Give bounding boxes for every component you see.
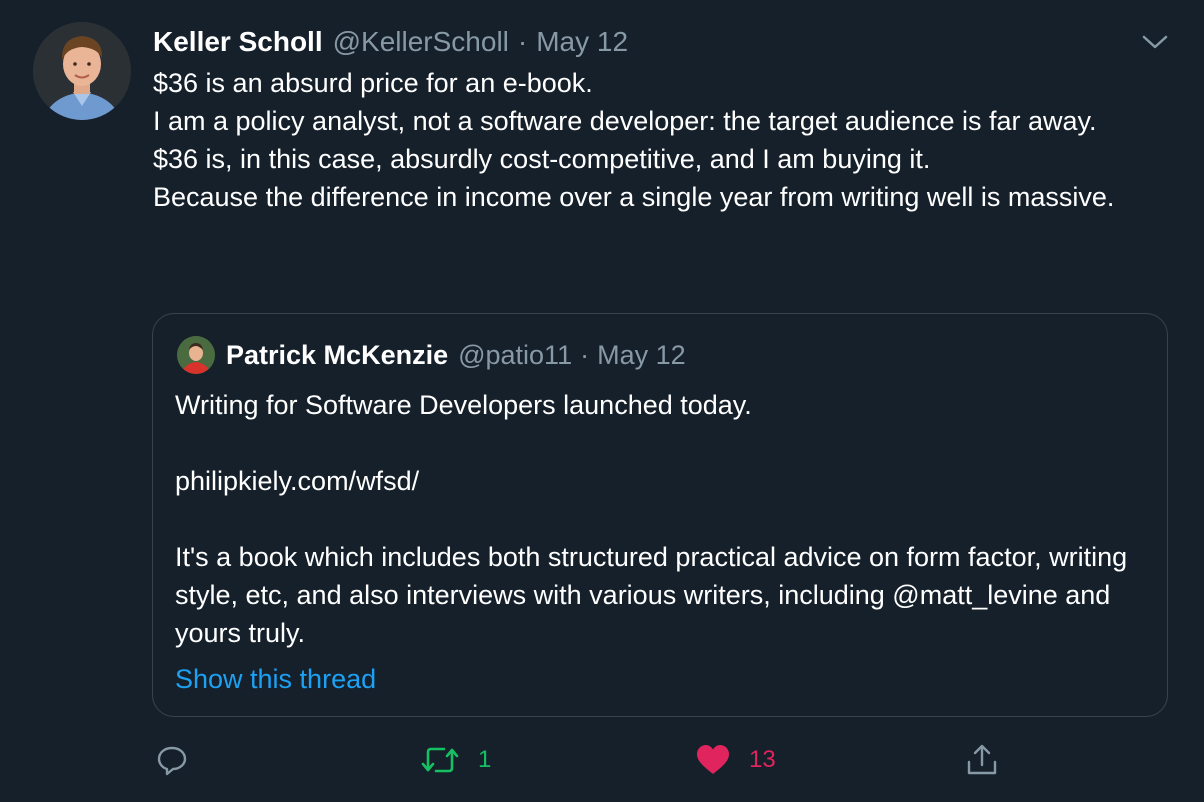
author-name[interactable]: Keller Scholl [153,26,323,58]
tweet-line: I am a policy analyst, not a software de… [153,106,1097,136]
author-handle[interactable]: @KellerScholl [333,26,509,58]
like-count: 13 [749,746,776,773]
retweet-count: 1 [478,746,492,773]
action-bar: 1 13 [0,735,1204,785]
share-button[interactable] [964,735,1000,785]
reply-button[interactable] [155,735,189,785]
quoted-link[interactable]: philipkiely.com/wfsd/ [175,462,1145,500]
tweet-line: $36 is, in this case, absurdly cost-comp… [153,144,931,174]
tweet-line: Because the difference in income over a … [153,182,1115,212]
separator: · [517,26,528,57]
quoted-line: It's a book which includes both structur… [175,542,1128,648]
quoted-author-handle: @patio11 [458,339,573,370]
like-button[interactable]: 13 [695,735,776,785]
quoted-line: Writing for Software Developers launched… [175,390,752,420]
avatar[interactable] [33,22,131,120]
quoted-text: Writing for Software Developers launched… [175,386,1145,652]
tweet-header: Keller Scholl @KellerScholl · May 12 [153,24,628,60]
separator: · [580,339,590,370]
show-thread-link[interactable]: Show this thread [175,660,376,698]
tweet[interactable]: Keller Scholl @KellerScholl · May 12 $36… [0,0,1204,802]
reply-icon [155,743,189,777]
quoted-tweet[interactable]: Patrick McKenzie @patio11 · May 12 Writi… [152,313,1168,717]
quoted-date: May 12 [597,339,686,370]
tweet-date[interactable]: May 12 [536,26,628,58]
retweet-button[interactable]: 1 [420,735,491,785]
like-icon [695,743,731,777]
tweet-line: $36 is an absurd price for an e-book. [153,68,593,98]
quoted-author-name: Patrick McKenzie [226,339,449,370]
retweet-icon [420,743,460,777]
quoted-avatar [177,336,215,374]
chevron-down-icon[interactable] [1140,30,1170,54]
tweet-text: $36 is an absurd price for an e-book. I … [153,64,1163,216]
share-icon [964,742,1000,778]
quoted-header: Patrick McKenzie @patio11 · May 12 [226,336,686,374]
